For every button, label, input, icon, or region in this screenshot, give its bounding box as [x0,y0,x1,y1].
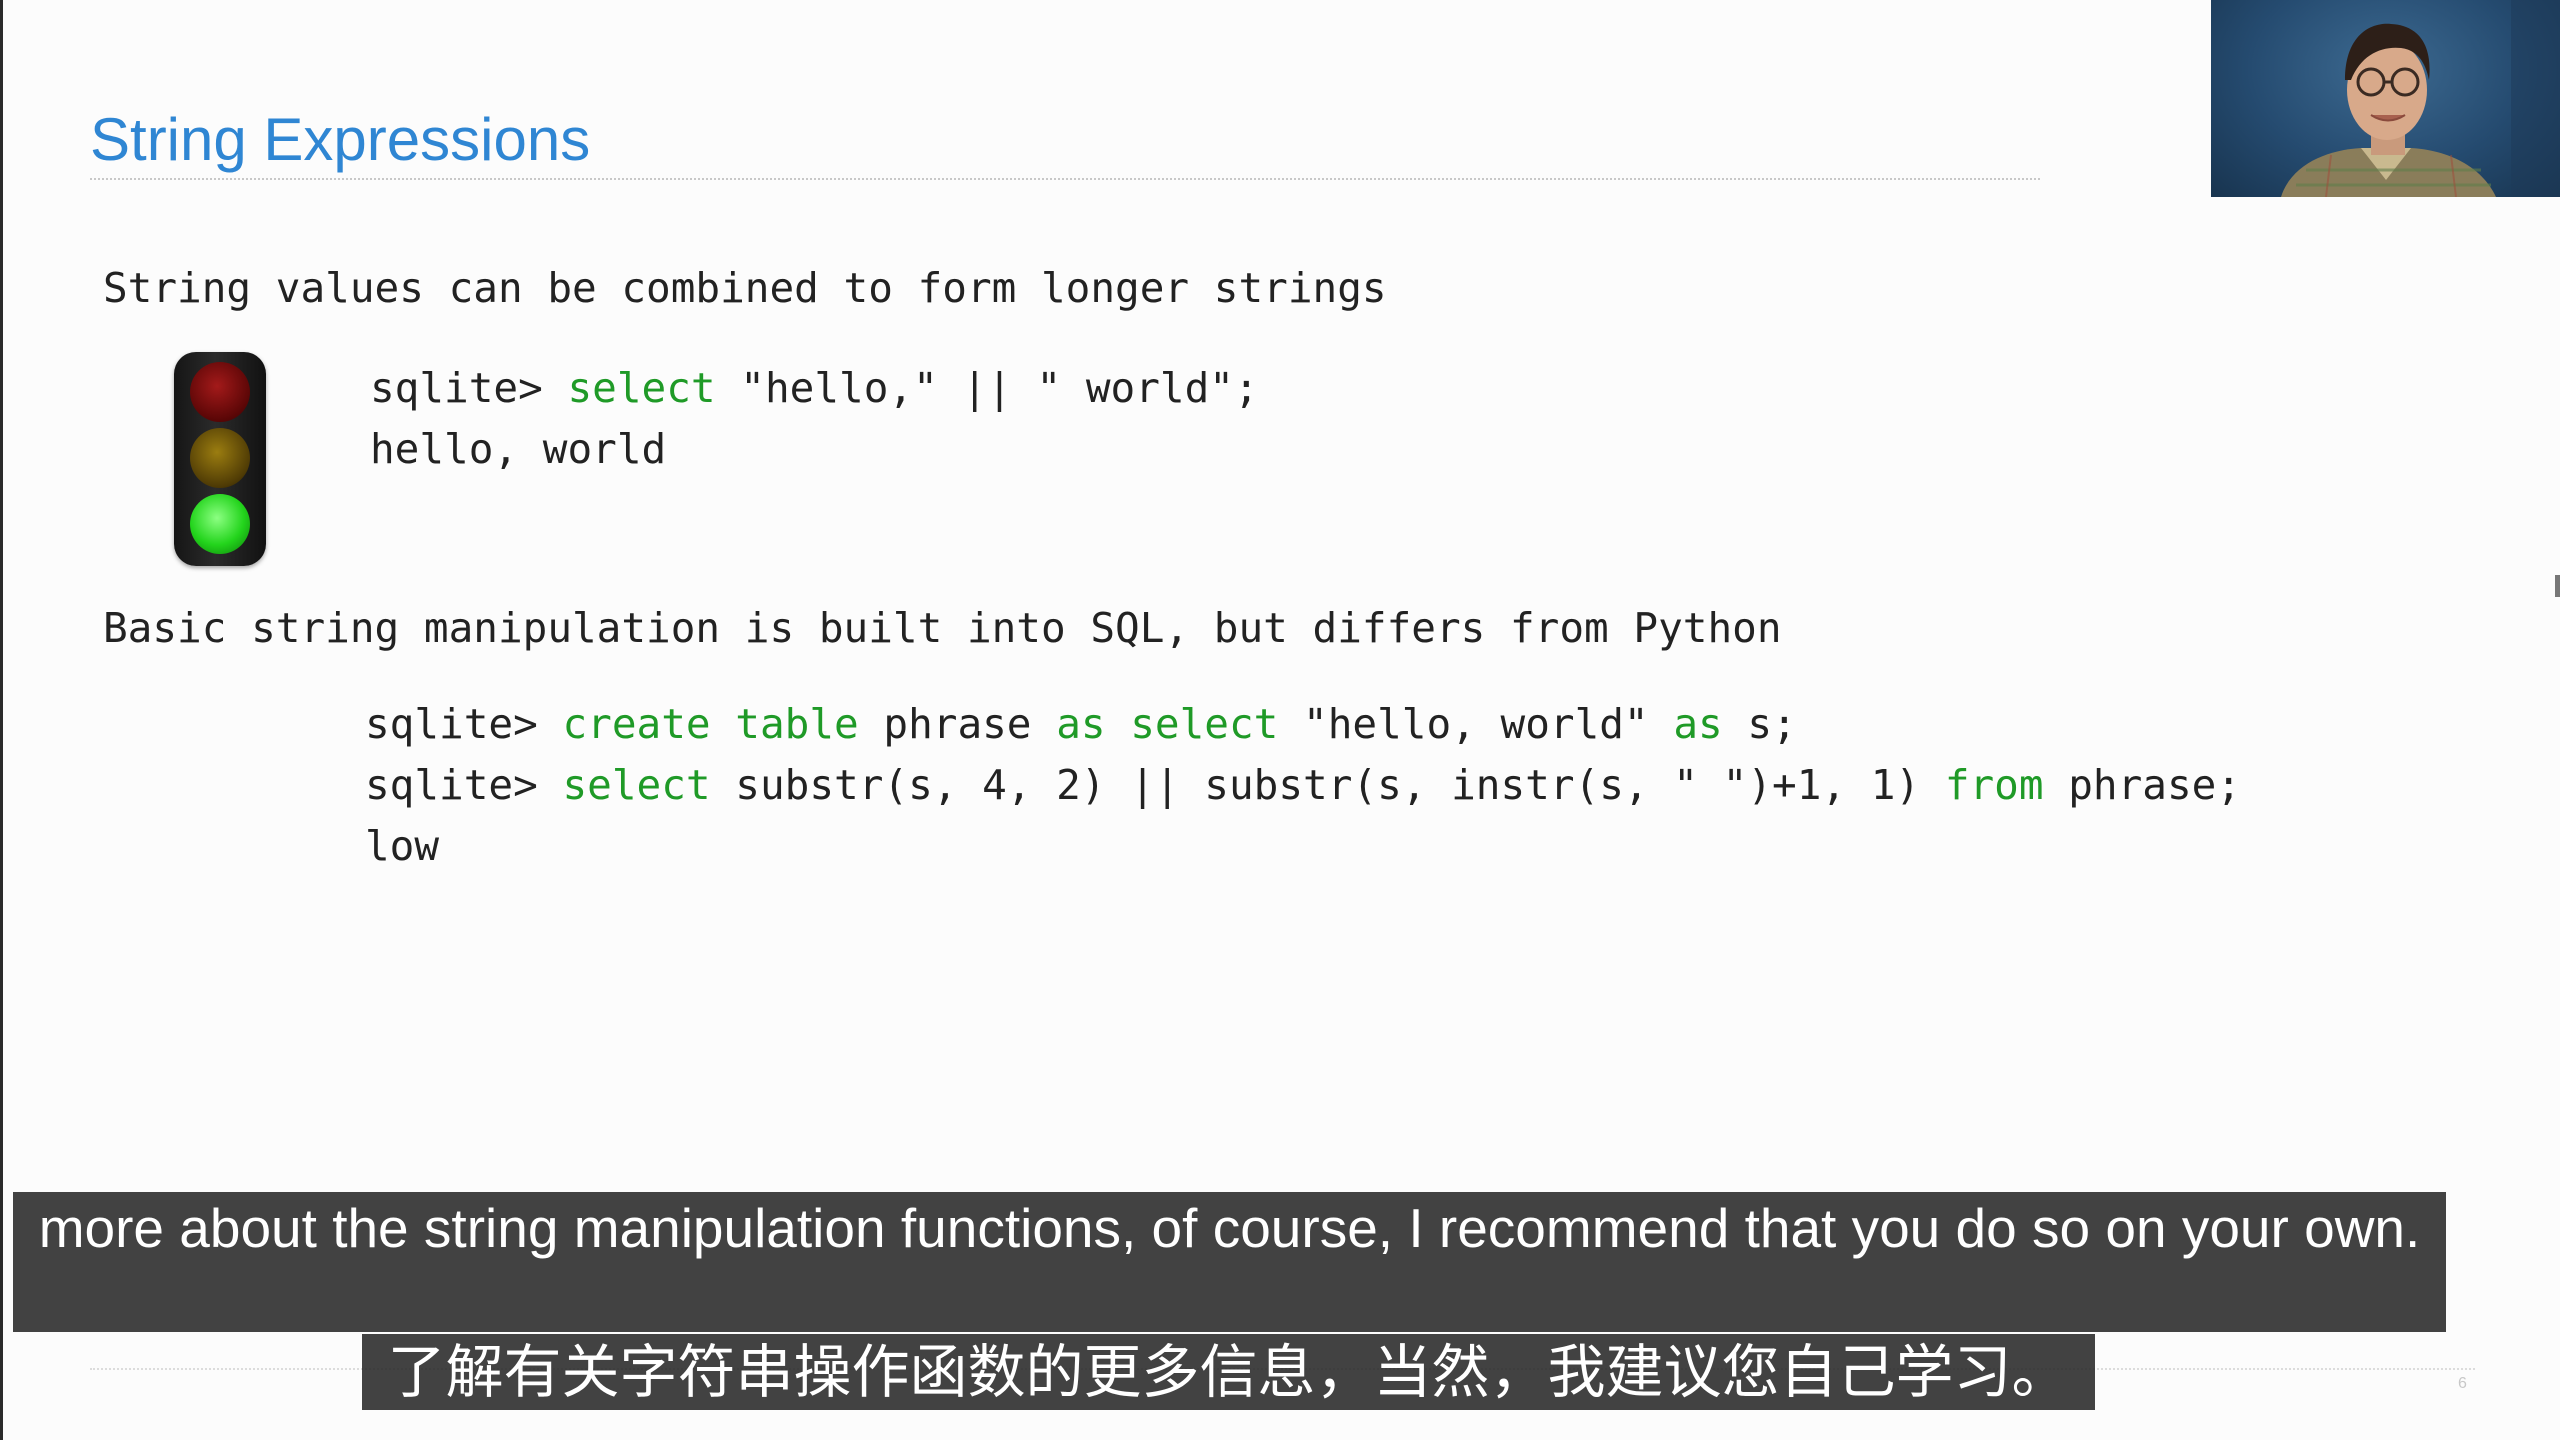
title-divider [90,178,2040,180]
bullet-text-1: String values can be combined to form lo… [103,264,1387,312]
code-line: sqlite> select "hello," || " world"; [370,358,1259,419]
sql-keyword: select [1130,700,1279,748]
subtitle-english: more about the string manipulation funct… [13,1192,2446,1332]
traffic-light-icon [174,352,266,566]
page-number: 6 [2458,1375,2467,1392]
window-left-edge [0,0,3,1440]
code-text: phrase; [2043,761,2242,809]
code-line: low [365,816,2241,877]
webcam-overlay [2211,0,2560,197]
code-text: sqlite> [365,700,563,748]
code-text: s; [1722,700,1797,748]
sql-keyword: as [1056,700,1106,748]
code-text: "hello," || " world"; [715,364,1259,412]
sql-keyword: from [1944,761,2044,809]
sql-keyword: create table [562,700,859,748]
bullet-text-2: Basic string manipulation is built into … [103,604,1782,652]
presenter-video-icon [2281,0,2560,197]
sql-keyword: select [562,761,711,809]
sql-keyword: select [567,364,716,412]
code-block-1: sqlite> select "hello," || " world"; hell… [370,358,1259,480]
scroll-edge-marker [2555,575,2560,597]
code-text: sqlite> [365,761,563,809]
code-line: sqlite> select substr(s, 4, 2) || substr… [365,755,2241,816]
code-text: substr(s, 4, 2) || substr(s, instr(s, " … [710,761,1945,809]
code-block-2: sqlite> create table phrase as select "h… [365,694,2241,877]
code-text: sqlite> [370,364,568,412]
code-text: hello, world [370,425,667,473]
yellow-lamp [190,428,250,488]
code-text: "hello, world" [1278,700,1674,748]
green-lamp [190,494,250,554]
subtitle-chinese: 了解有关字符串操作函数的更多信息，当然，我建议您自己学习。 [362,1334,2095,1410]
slide-title: String Expressions [90,106,591,173]
code-line: sqlite> create table phrase as select "h… [365,694,2241,755]
sql-keyword: as [1673,700,1723,748]
code-text: phrase [858,700,1057,748]
code-text: low [365,822,440,870]
red-lamp [190,362,250,422]
code-line: hello, world [370,419,1259,480]
